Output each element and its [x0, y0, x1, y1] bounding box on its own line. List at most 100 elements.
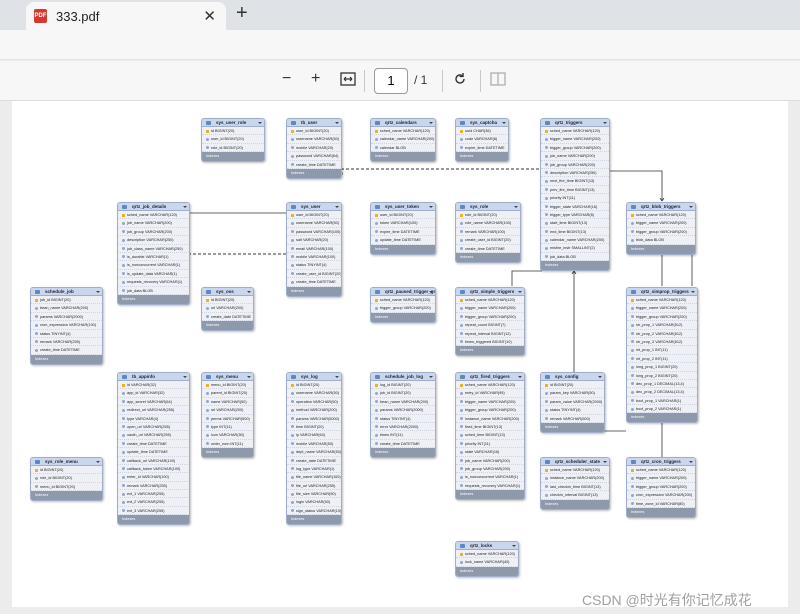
pdf-page: sys_user_role id BIGINT(20) user_id BIGINT…: [12, 101, 788, 607]
table-field: job_group VARCHAR(200): [118, 228, 189, 237]
table-field: job_class_name VARCHAR(250): [118, 245, 189, 253]
table-field: bool_prop_1 VARCHAR(1): [627, 397, 697, 406]
table-indexes-footer: Indexes: [287, 168, 341, 178]
table-field: is_nonconcurrent VARCHAR(1): [118, 261, 189, 270]
er-table-qrtz-scheduler-state: qrtz_scheduler_state sched_name VARCHAR(1…: [540, 457, 610, 510]
table-field: menu_id BIGINT(20): [202, 381, 253, 390]
table-header: sys_config: [541, 373, 604, 381]
table-field: create_time DATETIME: [118, 440, 189, 449]
table-field: create_user_id BIGINT(20): [287, 270, 341, 279]
table-field: remark VARCHAR(500): [541, 415, 604, 423]
table-field: icon VARCHAR(50): [202, 431, 253, 440]
page-number-input[interactable]: 1: [374, 68, 408, 94]
table-field: menu_id BIGINT(20): [31, 483, 102, 492]
page-total: / 1: [414, 73, 428, 87]
table-field: int_prop_2 INT(11): [627, 355, 697, 364]
table-field: status TINYINT(4): [371, 415, 435, 423]
table-field: last_checkin_time BIGINT(13): [541, 483, 609, 492]
table-indexes-footer: Indexes: [287, 515, 341, 525]
table-field: trigger_group VARCHAR(200): [456, 313, 524, 322]
table-field: priority INT(11): [541, 194, 609, 203]
table-indexes-footer: Indexes: [287, 286, 341, 296]
table-field: perms VARCHAR(500): [202, 415, 253, 423]
table-field: salt VARCHAR(20): [287, 236, 341, 245]
table-field: long_prop_1 BIGINT(20): [627, 363, 697, 372]
table-field: job_name VARCHAR(200): [456, 457, 524, 465]
er-table-qrtz-locks: qrtz_locks sched_name VARCHAR(120) lock_na…: [455, 541, 519, 577]
table-field: parent_id BIGINT(20): [202, 389, 253, 398]
table-field: param_key VARCHAR(50): [541, 389, 604, 398]
table-field: create_time DATETIME: [287, 161, 341, 169]
table-header: qrtz_simprop_triggers: [627, 288, 697, 296]
table-field: create_date DATETIME: [287, 457, 341, 465]
table-field: job_name VARCHAR(200): [541, 152, 609, 161]
er-table-qrtz-simprop-triggers: qrtz_simprop_triggers sched_name VARCHAR(…: [626, 287, 698, 424]
new-tab-button[interactable]: +: [236, 2, 248, 25]
table-field: job_id BIGINT(20): [371, 389, 435, 398]
table-field: remark VARCHAR(100): [456, 228, 520, 237]
table-header: sys_user_token: [371, 203, 435, 211]
table-field: requests_recovery VARCHAR(1): [456, 482, 524, 491]
table-indexes-footer: Indexes: [456, 566, 518, 576]
table-field: id BIGINT(20): [202, 296, 253, 305]
table-header: sys_user: [287, 203, 341, 211]
table-header: qrtz_blob_triggers: [627, 203, 695, 211]
table-field: calendar_name VARCHAR(200): [371, 135, 435, 144]
table-field: user_id BIGINT(20): [371, 211, 435, 220]
table-indexes-footer: Indexes: [456, 490, 524, 500]
table-field: job_group VARCHAR(200): [541, 161, 609, 169]
toolbar-divider: [364, 70, 365, 92]
table-field: role_id BIGINT(20): [202, 144, 264, 153]
table-header: sys_role: [456, 203, 520, 211]
zoom-in-button[interactable]: +: [311, 70, 320, 88]
table-field: end_time BIGINT(13): [541, 228, 609, 237]
table-field: oauth_url VARCHAR(255): [118, 431, 189, 440]
table-header: tb_appinfo: [118, 373, 189, 381]
table-field: cron_expression VARCHAR(100): [31, 321, 102, 330]
table-field: sched_name VARCHAR(120): [541, 466, 609, 475]
table-field: remark VARCHAR(255): [31, 338, 102, 347]
table-field: create_date DATETIME: [202, 313, 253, 322]
er-table-sys-log: sys_log id BIGINT(20) username VARCHAR(50)…: [286, 372, 342, 526]
table-indexes-footer: Indexes: [31, 354, 102, 364]
er-table-sys-role-menu: sys_role_menu id BIGINT(20) role_id BIGINT…: [30, 457, 103, 502]
er-table-qrtz-simple-triggers: qrtz_simple_triggers sched_name VARCHAR(1…: [455, 287, 525, 357]
er-table-sys-captcha: sys_captcha uuid CHAR(36) code VARCHAR(6) e…: [455, 118, 509, 163]
two-page-view-icon[interactable]: [490, 72, 506, 91]
table-field: trigger_state VARCHAR(16): [541, 203, 609, 211]
table-field: ext_3 VARCHAR(255): [118, 507, 189, 516]
table-field: ext_1 VARCHAR(255): [118, 490, 189, 499]
table-field: method VARCHAR(200): [287, 406, 341, 415]
table-field: id BIGINT(20): [287, 381, 341, 390]
zoom-out-button[interactable]: −: [282, 70, 291, 88]
table-field: update_time DATETIME: [118, 448, 189, 457]
table-field: username VARCHAR(50): [287, 389, 341, 398]
table-field: sched_name VARCHAR(120): [627, 211, 695, 220]
table-field: callback_url VARCHAR(100): [118, 457, 189, 465]
table-field: str_prop_1 VARCHAR(512): [627, 321, 697, 330]
table-field: redirect_url VARCHAR(255): [118, 406, 189, 415]
table-field: log_type VARCHAR(1): [287, 465, 341, 474]
pdf-file-icon: PDF: [34, 9, 47, 23]
table-field: user_id BIGINT(20): [287, 127, 341, 136]
table-field: sched_name VARCHAR(120): [541, 127, 609, 136]
table-field: status TINYINT(4): [287, 261, 341, 270]
table-field: login VARCHAR(50): [287, 498, 341, 507]
table-indexes-footer: Indexes: [456, 152, 508, 162]
table-field: user_id BIGINT(20): [202, 135, 264, 144]
table-header: qrtz_cron_triggers: [627, 458, 695, 466]
table-header: sys_menu: [202, 373, 253, 381]
table-header: qrtz_paused_trigger_grps: [371, 288, 435, 296]
table-indexes-footer: Indexes: [456, 346, 524, 356]
table-field: url VARCHAR(200): [202, 406, 253, 415]
close-tab-icon[interactable]: ✕: [203, 7, 216, 25]
table-field: ip VARCHAR(64): [287, 431, 341, 440]
table-header: qrtz_simple_triggers: [456, 288, 524, 296]
table-field: trigger_name VARCHAR(200): [541, 135, 609, 144]
rotate-icon[interactable]: [452, 71, 468, 92]
table-field: mobile VARCHAR(100): [287, 253, 341, 262]
toolbar-divider: [442, 70, 443, 92]
fit-width-icon[interactable]: [340, 72, 356, 91]
tab-333-pdf[interactable]: PDF 333.pdf ✕: [26, 2, 226, 30]
table-field: trigger_group VARCHAR(200): [627, 483, 695, 492]
